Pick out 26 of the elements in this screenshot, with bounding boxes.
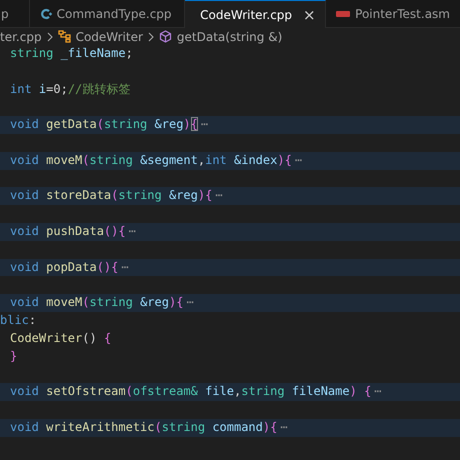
code-line: void popData(){ ⋯ (10, 258, 129, 276)
code-line: void pushData(){ ⋯ (10, 222, 136, 240)
code-line: blic: (0, 312, 36, 329)
code-line: void moveM(string &segment,int &index){ ⋯ (10, 152, 302, 169)
breadcrumb-item[interactable]: ter.cpp (0, 30, 42, 44)
code-line: string _fileName; (10, 45, 133, 62)
cpp-file-icon (40, 8, 52, 20)
breadcrumb-item[interactable]: getData(string &) (176, 30, 282, 44)
class-icon (58, 30, 71, 43)
chevron-icon (46, 32, 53, 42)
code-line: void setOfstream(ofstream& file,string fileName) { ⋯ (10, 383, 382, 400)
editor-tab[interactable]: CodeWriter.cpp × (185, 0, 326, 28)
code-line: void getData(string &reg){ ⋯ (10, 116, 208, 134)
close-icon[interactable]: × (303, 6, 316, 24)
breadcrumb-item[interactable]: CodeWriter (76, 30, 143, 44)
code-line: void storeData(string &reg){ ⋯ (10, 187, 223, 204)
editor-tab[interactable]: PointerTest.asm (326, 0, 460, 27)
code-line: CodeWriter() { (10, 330, 112, 347)
code-line: int i=0;//跳转标签 (10, 80, 130, 98)
code-line: void writeArithmetic(string command){ ⋯ (10, 418, 288, 436)
code-line: } (10, 348, 18, 365)
code-line: void moveM(string &reg){ ⋯ (10, 294, 194, 312)
cube-icon (158, 30, 172, 43)
chevron-icon (148, 32, 154, 42)
editor-tab[interactable]: p (0, 0, 30, 27)
assembly-file-icon (336, 10, 350, 18)
